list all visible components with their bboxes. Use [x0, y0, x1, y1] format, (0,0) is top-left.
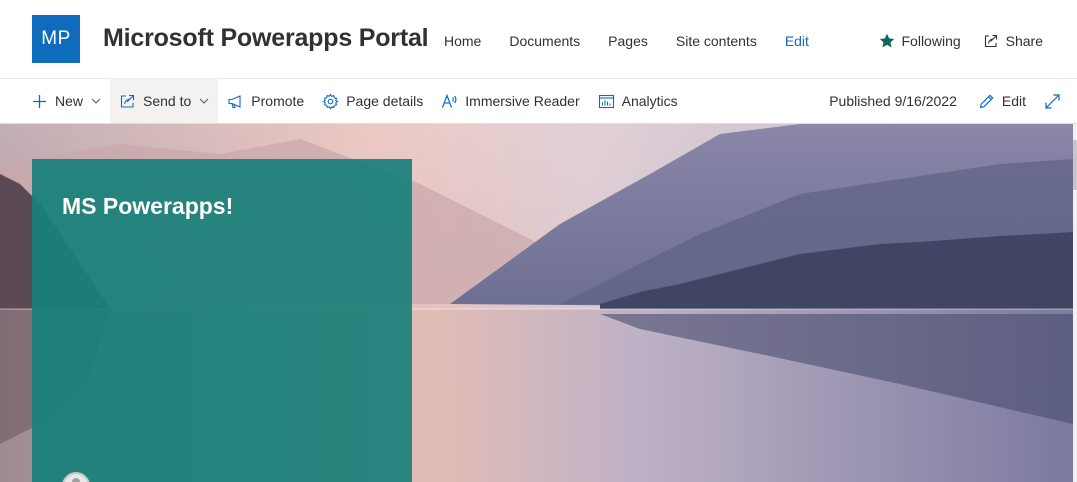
immersive-reader-button[interactable]: Immersive Reader: [432, 79, 588, 123]
nav-link-edit[interactable]: Edit: [771, 33, 823, 49]
expand-button[interactable]: [1035, 79, 1065, 123]
immersive-reader-icon: [441, 93, 458, 110]
plus-icon: [31, 93, 48, 110]
send-to-label: Send to: [143, 93, 192, 109]
hero-section: MS Powerapps!: [0, 124, 1077, 482]
top-navigation: Home Documents Pages Site contents Edit: [430, 33, 823, 49]
following-label: Following: [901, 33, 961, 49]
nav-link-home[interactable]: Home: [430, 33, 495, 49]
chevron-down-icon: [91, 96, 101, 106]
share-label: Share: [1005, 33, 1043, 49]
header-actions: Following Share: [857, 33, 1043, 49]
scrollbar-thumb[interactable]: [1073, 140, 1077, 190]
immersive-reader-label: Immersive Reader: [465, 93, 580, 109]
nav-link-pages[interactable]: Pages: [594, 33, 662, 49]
expand-icon: [1044, 93, 1061, 110]
command-bar: New Send to Promote Page details Immersi…: [0, 79, 1077, 124]
promote-button[interactable]: Promote: [218, 79, 313, 123]
gear-icon: [322, 93, 339, 110]
vertical-scrollbar[interactable]: [1073, 124, 1077, 482]
page-details-button[interactable]: Page details: [313, 79, 432, 123]
site-logo[interactable]: MP: [32, 15, 80, 63]
hero-title-panel[interactable]: MS Powerapps!: [32, 159, 412, 482]
promote-label: Promote: [251, 93, 305, 109]
nav-link-site-contents[interactable]: Site contents: [662, 33, 771, 49]
share-button[interactable]: Share: [983, 33, 1043, 49]
site-title[interactable]: Microsoft Powerapps Portal: [103, 24, 429, 53]
edit-page-button[interactable]: Edit: [969, 79, 1035, 123]
edit-label: Edit: [1001, 93, 1026, 109]
share-icon: [983, 33, 999, 49]
hero-title: MS Powerapps!: [62, 193, 234, 219]
new-button[interactable]: New: [22, 79, 110, 123]
published-status: Published 9/16/2022: [829, 93, 957, 109]
following-button[interactable]: Following: [879, 33, 961, 49]
analytics-icon: [598, 93, 615, 110]
analytics-button[interactable]: Analytics: [589, 79, 687, 123]
command-bar-left: New Send to Promote Page details Immersi…: [22, 79, 687, 123]
send-to-button[interactable]: Send to: [110, 79, 219, 123]
chevron-down-icon: [199, 96, 209, 106]
star-icon: [879, 33, 895, 49]
nav-link-documents[interactable]: Documents: [495, 33, 594, 49]
pencil-icon: [978, 93, 995, 110]
avatar[interactable]: [62, 472, 90, 482]
site-header: MP Microsoft Powerapps Portal Home Docum…: [0, 0, 1077, 79]
new-label: New: [55, 93, 84, 109]
megaphone-icon: [227, 93, 244, 110]
analytics-label: Analytics: [621, 93, 678, 109]
page-details-label: Page details: [346, 93, 424, 109]
send-icon: [119, 93, 136, 110]
command-bar-right: Published 9/16/2022 Edit: [829, 79, 1065, 123]
